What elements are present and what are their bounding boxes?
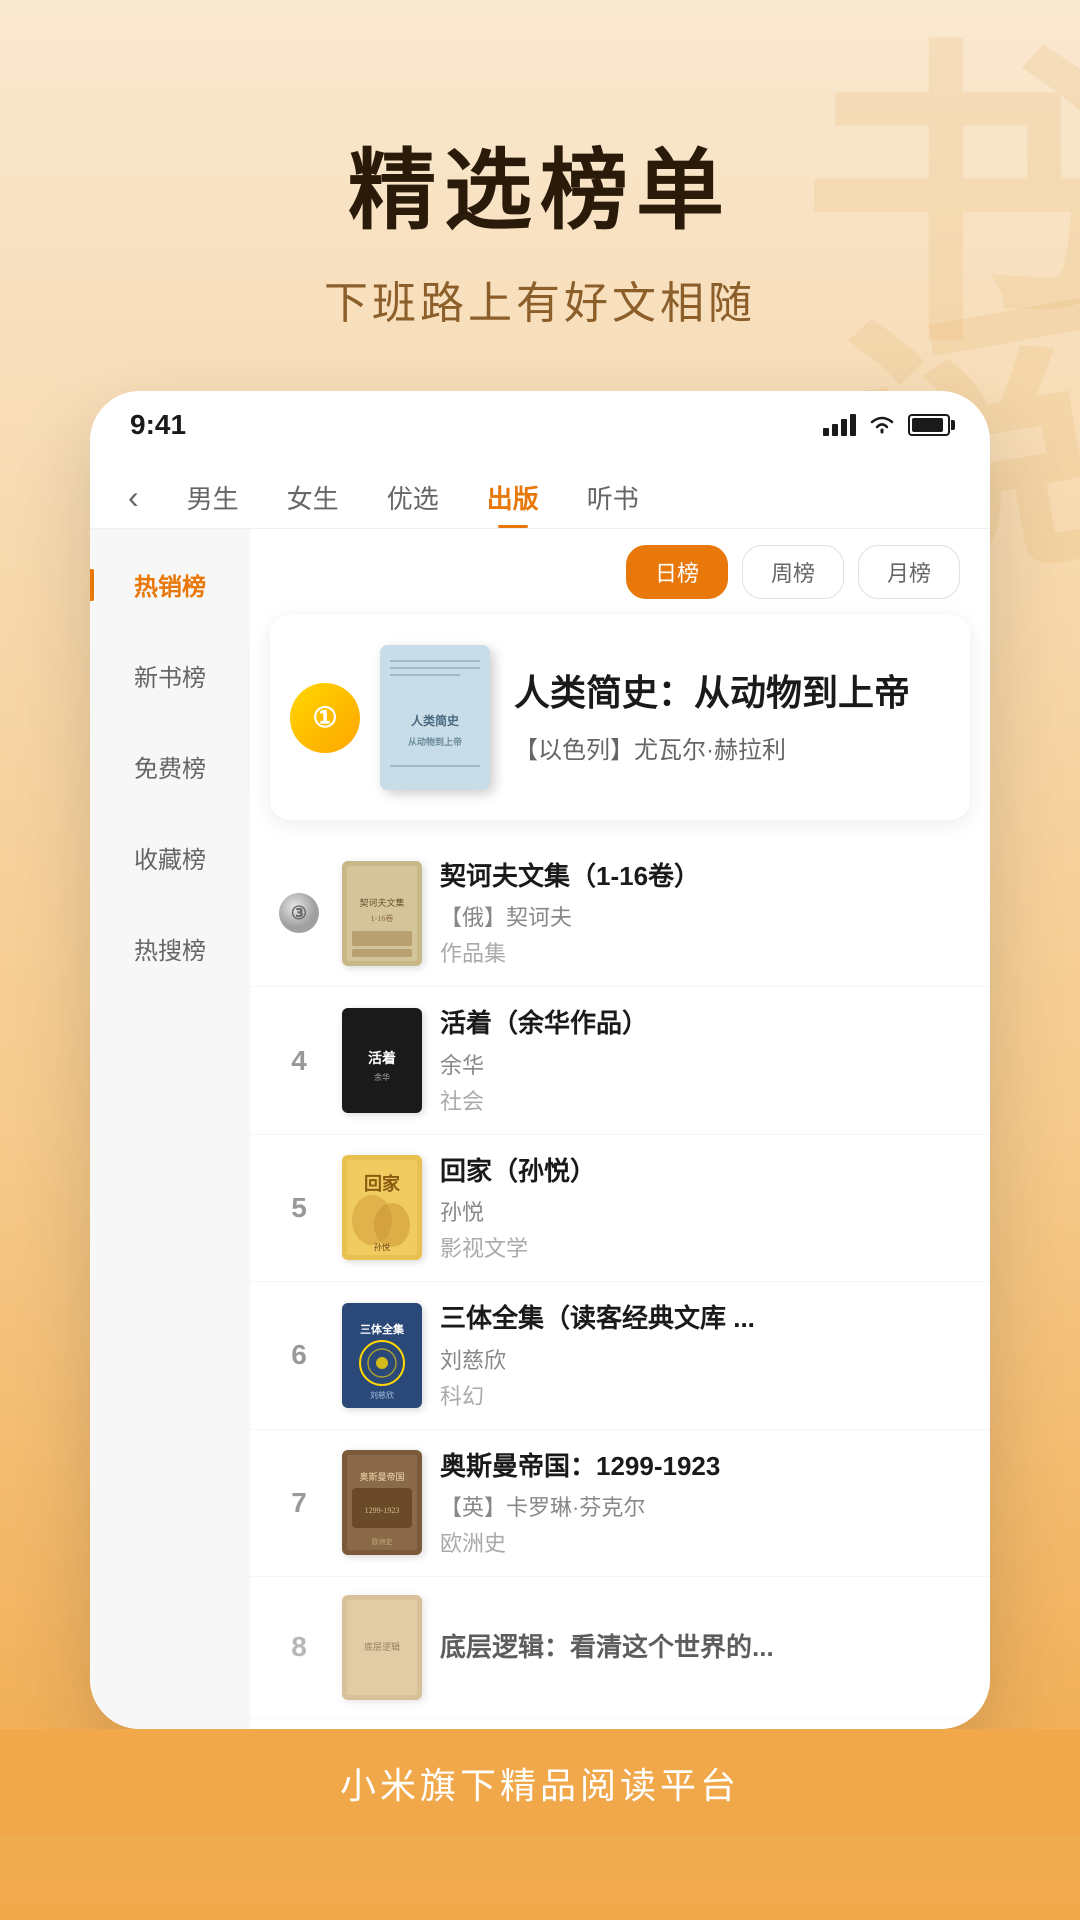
rank-badge-1: ① [290, 683, 360, 753]
book-author-6: 刘慈欣 [440, 1343, 966, 1375]
book-thumb-8: 底层逻辑 [342, 1595, 422, 1700]
featured-book-info: 人类简史：从动物到上帝 【以色列】尤瓦尔·赫拉利 [514, 670, 940, 766]
book-item-8[interactable]: 8 底层逻辑 底层逻辑：看清这个世界的... [250, 1577, 990, 1719]
signal-icon [823, 414, 856, 436]
book-category-4: 社会 [440, 1084, 966, 1116]
svg-text:孙悦: 孙悦 [374, 1242, 390, 1252]
tab-female[interactable]: 女生 [267, 467, 359, 528]
book-info-6: 三体全集（读客经典文库 ... 刘慈欣 科幻 [440, 1300, 966, 1410]
sidebar-item-new-books[interactable]: 新书榜 [90, 630, 250, 721]
book-thumb-5: 回家 孙悦 [342, 1155, 422, 1260]
sidebar: 热销榜 新书榜 免费榜 收藏榜 热搜榜 [90, 529, 250, 1729]
main-content: 热销榜 新书榜 免费榜 收藏榜 热搜榜 日榜 周榜 月榜 ① [90, 529, 990, 1729]
svg-text:三体全集: 三体全集 [360, 1322, 405, 1336]
book-item-6[interactable]: 6 三体全集 刘慈欣 三体全集（读客经典文库 ... 刘慈 [250, 1282, 990, 1429]
book-author-3: 【俄】契诃夫 [440, 900, 966, 932]
sidebar-item-free[interactable]: 免费榜 [90, 721, 250, 812]
sidebar-item-hot-search[interactable]: 热搜榜 [90, 903, 250, 994]
book-info-7: 奥斯曼帝国：1299-1923 【英】卡罗琳·芬克尔 欧洲史 [440, 1448, 966, 1558]
filter-tabs: 日榜 周榜 月榜 [250, 529, 990, 615]
tab-publish[interactable]: 出版 [467, 467, 559, 528]
status-icons [823, 414, 950, 436]
page-subtitle: 下班路上有好文相随 [0, 267, 1080, 331]
filter-daily[interactable]: 日榜 [626, 545, 728, 599]
book-title-7: 奥斯曼帝国：1299-1923 [440, 1448, 966, 1484]
book-thumb-7: 奥斯曼帝国 1299-1923 欧洲史 [342, 1450, 422, 1555]
tab-male[interactable]: 男生 [167, 467, 259, 528]
svg-text:刘慈欣: 刘慈欣 [370, 1390, 394, 1400]
content-area: 日榜 周榜 月榜 ① 人类简史 [250, 529, 990, 1729]
svg-text:回家: 回家 [364, 1173, 401, 1194]
book-author-4: 余华 [440, 1048, 966, 1080]
svg-text:契诃夫文集: 契诃夫文集 [359, 897, 404, 908]
svg-text:人类简史: 人类简史 [411, 713, 460, 728]
nav-tabs: ‹ 男生 女生 优选 出版 听书 [90, 451, 990, 529]
back-button[interactable]: ‹ [120, 471, 147, 524]
book-category-5: 影视文学 [440, 1231, 966, 1263]
sidebar-item-favorites[interactable]: 收藏榜 [90, 812, 250, 903]
book-list: ③ 契诃夫文集 1-16卷 契诃夫 [250, 840, 990, 1719]
book-title-3: 契诃夫文集（1-16卷） [440, 858, 966, 894]
book-item-4[interactable]: 4 活着 余华 活着（余华作品） 余华 社会 [250, 987, 990, 1134]
svg-text:从动物到上帝: 从动物到上帝 [408, 736, 462, 747]
book-author-7: 【英】卡罗琳·芬克尔 [440, 1490, 966, 1522]
svg-text:1-16卷: 1-16卷 [371, 913, 394, 923]
book-info-4: 活着（余华作品） 余华 社会 [440, 1005, 966, 1115]
book-title-4: 活着（余华作品） [440, 1005, 966, 1041]
featured-book-title: 人类简史：从动物到上帝 [514, 670, 940, 717]
book-cover-1: 人类简史 从动物到上帝 [380, 645, 490, 790]
footer-text: 小米旗下精品阅读平台 [28, 1757, 1052, 1809]
book-title-8: 底层逻辑：看清这个世界的... [440, 1629, 966, 1665]
book-item-3[interactable]: ③ 契诃夫文集 1-16卷 契诃夫 [250, 840, 990, 987]
status-bar: 9:41 [90, 391, 990, 451]
svg-text:余华: 余华 [374, 1072, 390, 1082]
app-footer: 小米旗下精品阅读平台 [0, 1729, 1080, 1837]
featured-book-card[interactable]: ① 人类简史 从动物到上帝 [270, 615, 970, 820]
book-thumb-3: 契诃夫文集 1-16卷 [342, 861, 422, 966]
filter-monthly[interactable]: 月榜 [858, 545, 960, 599]
wifi-icon [868, 414, 896, 436]
svg-text:1299-1923: 1299-1923 [365, 1506, 400, 1515]
book-item-7[interactable]: 7 奥斯曼帝国 1299-1923 欧洲史 奥斯曼帝国：1299-1923 [250, 1430, 990, 1577]
page-title: 精选榜单 [0, 120, 1080, 247]
book-category-7: 欧洲史 [440, 1526, 966, 1558]
status-time: 9:41 [130, 409, 186, 441]
book-thumb-4: 活着 余华 [342, 1008, 422, 1113]
header-section: 精选榜单 下班路上有好文相随 [0, 0, 1080, 391]
rank-num-7: 7 [274, 1487, 324, 1519]
svg-text:底层逻辑: 底层逻辑 [364, 1641, 400, 1652]
featured-book-author: 【以色列】尤瓦尔·赫拉利 [514, 730, 940, 765]
svg-text:③: ③ [291, 903, 307, 923]
book-thumb-6: 三体全集 刘慈欣 [342, 1303, 422, 1408]
rank-num-8: 8 [274, 1631, 324, 1663]
battery-icon [908, 414, 950, 436]
rank-num-5: 5 [274, 1192, 324, 1224]
rank-medal-3: ③ [274, 888, 324, 938]
svg-text:奥斯曼帝国: 奥斯曼帝国 [359, 1471, 404, 1482]
book-title-6: 三体全集（读客经典文库 ... [440, 1300, 966, 1336]
svg-text:活着: 活着 [368, 1050, 396, 1067]
book-title-5: 回家（孙悦） [440, 1153, 966, 1189]
book-category-3: 作品集 [440, 936, 966, 968]
phone-mockup: 9:41 ‹ 男生 女生 优选 出版 听书 [90, 391, 990, 1729]
book-category-6: 科幻 [440, 1379, 966, 1411]
filter-weekly[interactable]: 周榜 [742, 545, 844, 599]
tab-selected[interactable]: 优选 [367, 467, 459, 528]
book-item-5[interactable]: 5 回家 孙悦 回家（孙悦） 孙悦 [250, 1135, 990, 1282]
book-author-5: 孙悦 [440, 1195, 966, 1227]
book-info-3: 契诃夫文集（1-16卷） 【俄】契诃夫 作品集 [440, 858, 966, 968]
rank-num-6: 6 [274, 1339, 324, 1371]
book-info-8: 底层逻辑：看清这个世界的... [440, 1629, 966, 1665]
book-info-5: 回家（孙悦） 孙悦 影视文学 [440, 1153, 966, 1263]
sidebar-item-hot-sales[interactable]: 热销榜 [90, 539, 250, 630]
svg-text:欧洲史: 欧洲史 [372, 1537, 393, 1546]
tab-audio[interactable]: 听书 [567, 467, 659, 528]
rank-num-4: 4 [274, 1045, 324, 1077]
